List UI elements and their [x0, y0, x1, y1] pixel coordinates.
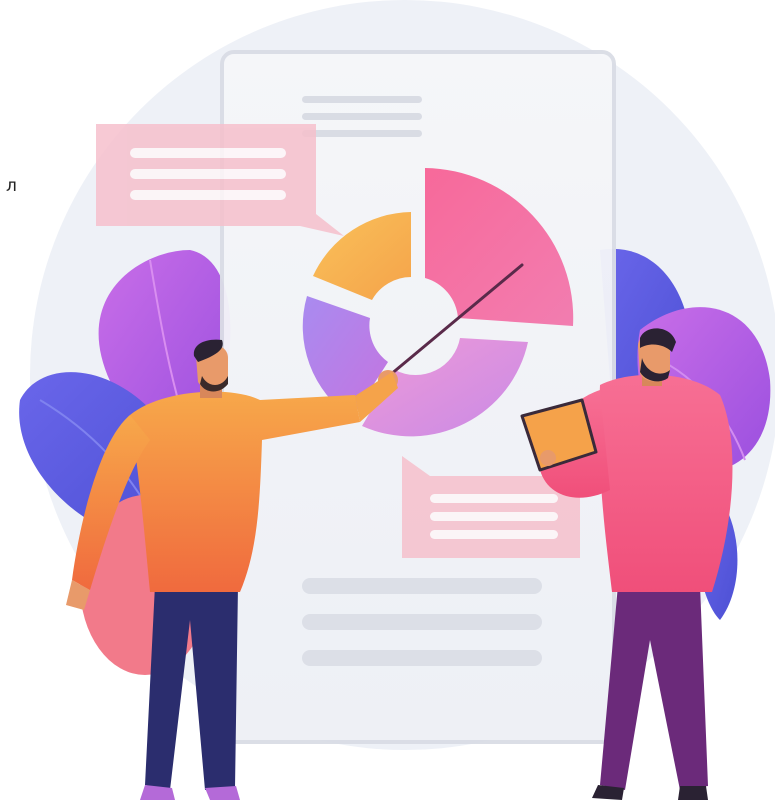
board-title-line [302, 113, 422, 120]
presentation-illustration [19, 0, 775, 800]
speech-bubble-left [96, 124, 344, 236]
board-title-line [302, 96, 422, 103]
board-text-line [302, 614, 542, 630]
board-text-line [302, 578, 542, 594]
board-title-line [302, 130, 422, 137]
board-text-line [302, 650, 542, 666]
